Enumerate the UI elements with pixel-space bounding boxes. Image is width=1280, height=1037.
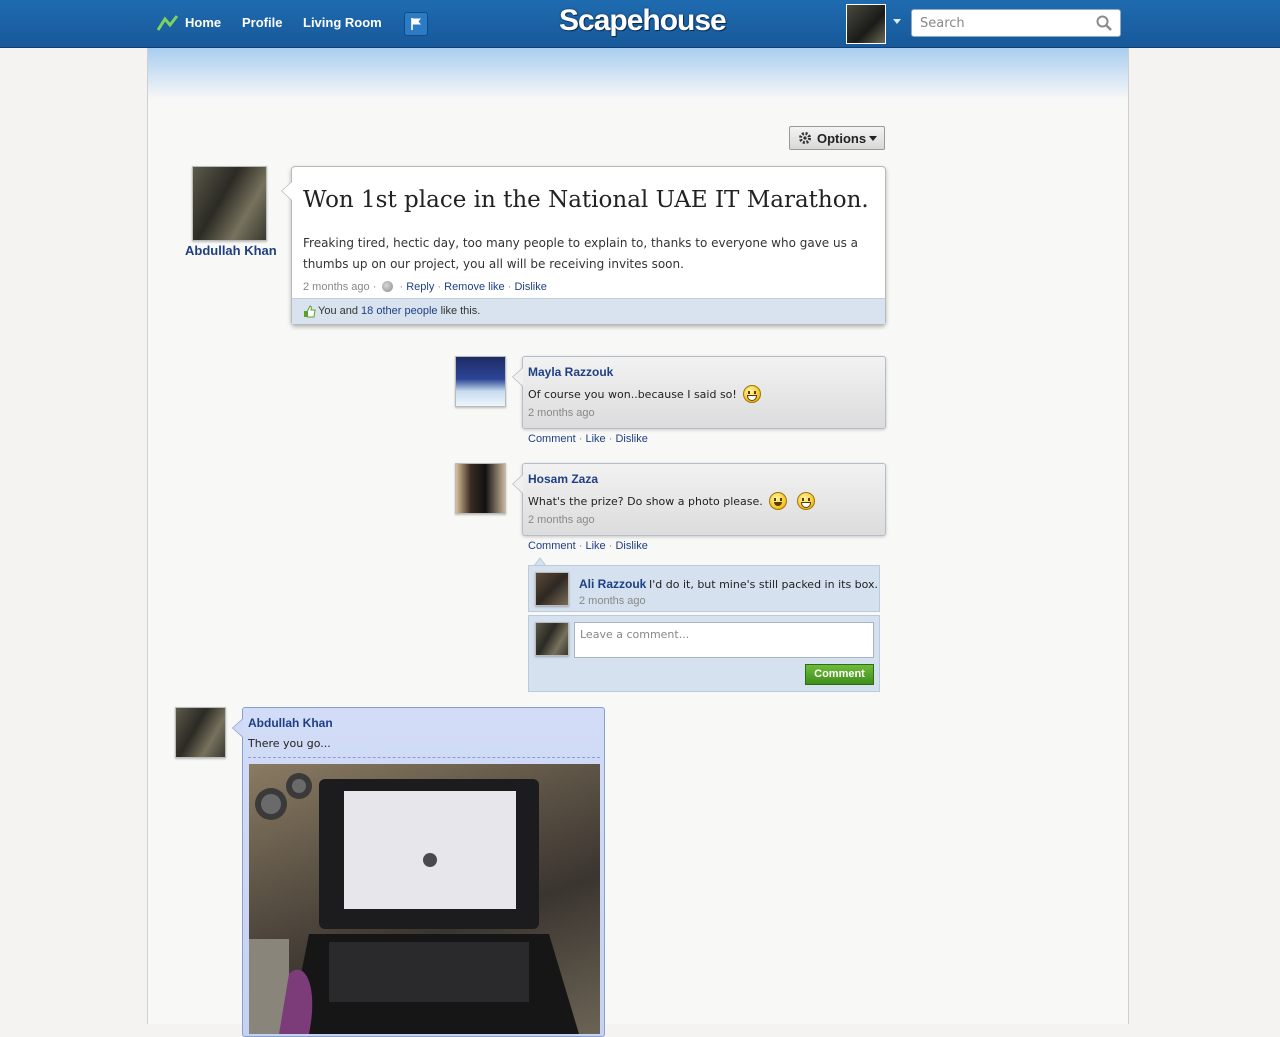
home-icon[interactable] — [157, 14, 179, 32]
options-label: Options — [817, 131, 867, 146]
account-menu-caret-icon[interactable] — [893, 19, 901, 24]
post-author-avatar[interactable] — [192, 166, 267, 241]
dislike-link[interactable]: Dislike — [615, 540, 647, 552]
comment-text-row: What's the prize? Do show a photo please… — [528, 492, 815, 510]
comment-text: What's the prize? Do show a photo please… — [528, 495, 763, 508]
other-people-link[interactable]: 18 other people — [361, 305, 437, 317]
laptop-photo-image — [249, 773, 579, 1034]
comment-text-row: Of course you won..because I said so! — [528, 385, 761, 403]
comment-text: Of course you won..because I said so! — [528, 388, 737, 401]
chevron-down-icon — [869, 136, 877, 141]
comment-author[interactable]: Mayla Razzouk — [528, 365, 613, 379]
options-button[interactable]: Options — [789, 126, 885, 150]
photo-post-avatar[interactable] — [175, 707, 226, 758]
attached-photo[interactable] — [249, 764, 600, 1034]
reply-time: 2 months ago — [579, 595, 646, 607]
grin-smiley-icon — [796, 492, 815, 510]
post-time: 2 months ago — [303, 281, 370, 293]
comment-mayla: Mayla Razzouk Of course you won..because… — [512, 356, 886, 429]
post-meta: 2 months ago · · Reply · Remove like · D… — [303, 281, 547, 293]
scapehouse-logo[interactable]: Scapehouse — [559, 4, 727, 42]
post-body: Freaking tired, hectic day, too many peo… — [303, 236, 859, 271]
comment-time: 2 months ago — [528, 514, 595, 526]
nav-living-room-link[interactable]: Living Room — [303, 15, 382, 30]
divider — [248, 757, 600, 758]
comment-submit-button[interactable]: Comment — [805, 664, 874, 685]
post-pointer — [281, 181, 292, 201]
composer-avatar — [535, 622, 569, 656]
dislike-link[interactable]: Dislike — [615, 433, 647, 445]
flag-icon — [411, 18, 421, 30]
globe-icon — [382, 281, 394, 292]
nested-reply: Ali Razzouk I'd do it, but mine's still … — [528, 565, 880, 612]
search-icon[interactable] — [1096, 15, 1112, 31]
comment-actions: Comment · Like · Dislike — [528, 540, 648, 552]
post-title: Won 1st place in the National UAE IT Mar… — [303, 187, 869, 213]
photo-post-pointer — [232, 718, 243, 738]
header-gradient-band — [148, 48, 1128, 100]
photo-post-author[interactable]: Abdullah Khan — [248, 716, 333, 730]
like-link[interactable]: Like — [585, 433, 605, 445]
comment-link[interactable]: Comment — [528, 433, 576, 445]
notifications-flag-button[interactable] — [404, 12, 428, 36]
comment-link[interactable]: Comment — [528, 540, 576, 552]
reply-text: I'd do it, but mine's still packed in it… — [649, 578, 879, 591]
reply-avatar[interactable] — [535, 572, 569, 606]
photo-post: Abdullah Khan There you go... — [232, 707, 605, 1037]
search-input[interactable] — [918, 15, 1092, 32]
comment-avatar-hosam[interactable] — [455, 463, 506, 514]
dislike-link[interactable]: Dislike — [514, 281, 546, 293]
reply-link[interactable]: Reply — [406, 281, 434, 293]
search-box — [911, 9, 1121, 37]
post-author-name[interactable]: Abdullah Khan — [185, 243, 277, 258]
comment-avatar-mayla[interactable] — [455, 356, 506, 407]
comment-hosam: Hosam Zaza What's the prize? Do show a p… — [512, 463, 886, 536]
comment-pointer — [512, 474, 523, 494]
comment-pointer — [512, 367, 523, 387]
likes-text: You and 18 other people like this. — [318, 305, 481, 317]
likes-bar: You and 18 other people like this. — [292, 298, 885, 324]
reply-author[interactable]: Ali Razzouk — [579, 577, 646, 591]
remove-like-link[interactable]: Remove like — [444, 281, 505, 293]
comment-input[interactable] — [574, 622, 874, 658]
user-avatar-menu[interactable] — [846, 4, 886, 44]
photo-post-text: There you go... — [248, 737, 331, 750]
top-nav-bar: Home Profile Living Room Scapehouse — [0, 0, 1280, 48]
gear-icon — [799, 132, 811, 144]
comment-composer: Comment — [528, 615, 880, 692]
comment-author[interactable]: Hosam Zaza — [528, 472, 598, 486]
nav-home-link[interactable]: Home — [185, 15, 221, 30]
like-link[interactable]: Like — [585, 540, 605, 552]
smiley-icon — [768, 492, 787, 510]
nav-profile-link[interactable]: Profile — [242, 15, 282, 30]
comment-time: 2 months ago — [528, 407, 595, 419]
comment-actions: Comment · Like · Dislike — [528, 433, 648, 445]
grin-smiley-icon — [742, 385, 761, 403]
status-post: Won 1st place in the National UAE IT Mar… — [281, 166, 886, 325]
thumbs-up-icon — [304, 305, 316, 318]
